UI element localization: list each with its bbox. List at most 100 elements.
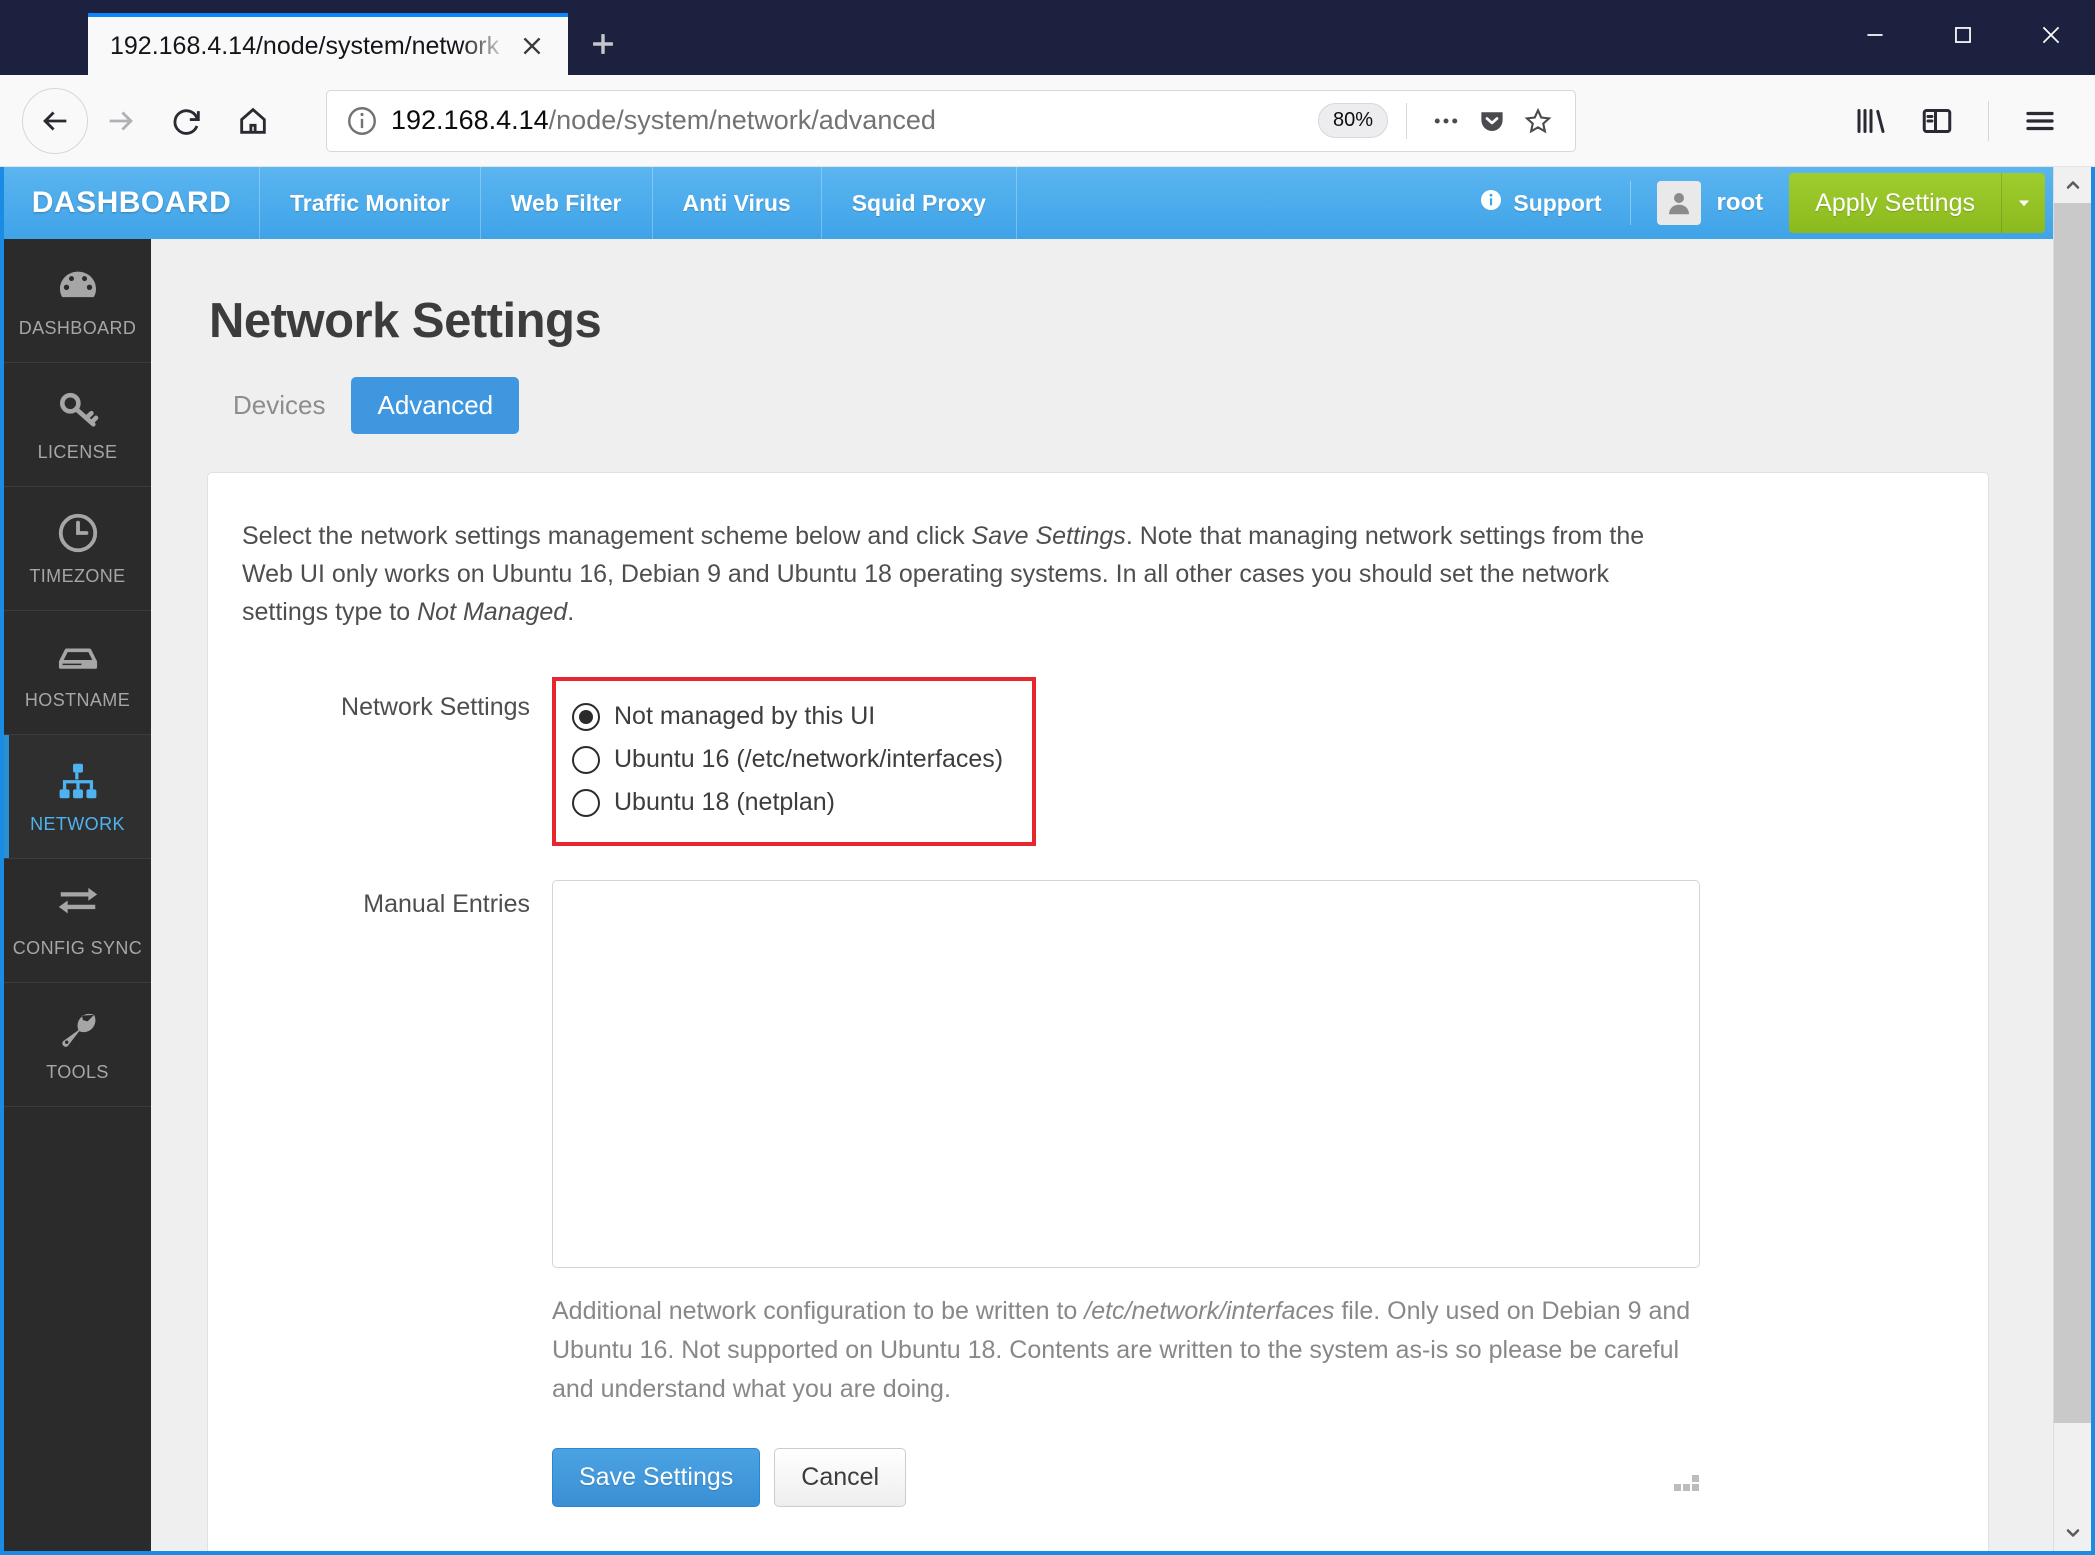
url-bar[interactable]: 192.168.4.14/node/system/network/advance… bbox=[326, 89, 1576, 152]
tab-strip: 192.168.4.14/node/system/network bbox=[0, 0, 638, 75]
save-settings-button[interactable]: Save Settings bbox=[552, 1448, 761, 1508]
page-title: Network Settings bbox=[209, 294, 602, 348]
library-icon[interactable] bbox=[1838, 88, 1904, 154]
chevron-down-icon[interactable] bbox=[2001, 173, 2045, 233]
manual-entries-wrap: Additional network configuration to be w… bbox=[552, 880, 1707, 1508]
page-scrollbar[interactable] bbox=[2053, 167, 2091, 1551]
main-content: Network Settings Devices Advanced Select… bbox=[151, 239, 2053, 1551]
browser-tab[interactable]: 192.168.4.14/node/system/network bbox=[88, 13, 568, 75]
app-body: DASHBOARD LICENSE TIMEZONE HOSTNAME NETW… bbox=[4, 239, 2053, 1551]
tab-devices[interactable]: Devices bbox=[207, 377, 351, 434]
radio-icon[interactable] bbox=[572, 745, 600, 774]
user-menu[interactable]: root bbox=[1631, 181, 1790, 225]
support-label: Support bbox=[1513, 189, 1602, 216]
info-icon bbox=[1479, 188, 1503, 218]
help-em1: /etc/network/interfaces bbox=[1084, 1297, 1335, 1325]
manual-entries-row: Manual Entries Additional network config… bbox=[242, 880, 1936, 1508]
app-topnav: DASHBOARD Traffic Monitor Web Filter Ant… bbox=[4, 167, 2053, 239]
wrench-icon bbox=[55, 1006, 101, 1052]
intro-part3: . bbox=[567, 598, 575, 626]
browser-window: 192.168.4.14/node/system/network 192.168… bbox=[0, 0, 2095, 1555]
browser-titlebar: 192.168.4.14/node/system/network bbox=[0, 0, 2095, 75]
gauge-icon bbox=[55, 262, 101, 308]
sidebar-item-dashboard[interactable]: DASHBOARD bbox=[4, 239, 151, 363]
network-settings-row: Network Settings Not managed by this UI … bbox=[242, 677, 1936, 846]
avatar bbox=[1656, 181, 1701, 225]
zoom-level-badge[interactable]: 80% bbox=[1317, 103, 1388, 138]
app-sidebar: DASHBOARD LICENSE TIMEZONE HOSTNAME NETW… bbox=[4, 239, 151, 1551]
topnav-item-web-filter[interactable]: Web Filter bbox=[479, 167, 652, 239]
topnav-spacer bbox=[1015, 167, 1451, 239]
support-link[interactable]: Support bbox=[1451, 188, 1629, 218]
sidebar-item-config-sync[interactable]: CONFIG SYNC bbox=[4, 859, 151, 983]
new-tab-button[interactable] bbox=[568, 13, 638, 75]
key-icon bbox=[55, 386, 101, 432]
radio-icon[interactable] bbox=[572, 788, 600, 817]
manual-entries-input[interactable] bbox=[552, 880, 1700, 1268]
radio-option-not-managed[interactable]: Not managed by this UI bbox=[572, 695, 1012, 738]
server-icon bbox=[55, 634, 101, 680]
form-actions: Save Settings Cancel bbox=[552, 1448, 1707, 1508]
scroll-up-icon[interactable] bbox=[2054, 167, 2091, 203]
apply-settings-group: Apply Settings bbox=[1789, 173, 2045, 233]
help-part1: Additional network configuration to be w… bbox=[552, 1297, 1085, 1325]
tab-advanced[interactable]: Advanced bbox=[351, 377, 520, 434]
sidebar-item-tools[interactable]: TOOLS bbox=[4, 983, 151, 1107]
menu-icon[interactable] bbox=[2007, 88, 2073, 154]
browser-navbar: 192.168.4.14/node/system/network/advance… bbox=[0, 75, 2095, 167]
url-host: 192.168.4.14 bbox=[391, 105, 549, 135]
sidebar-label: LICENSE bbox=[37, 442, 118, 462]
close-window-icon[interactable] bbox=[2007, 0, 2095, 70]
manual-entries-help: Additional network configuration to be w… bbox=[552, 1292, 1707, 1408]
url-path: /node/system/network/advanced bbox=[548, 105, 936, 135]
forward-icon[interactable] bbox=[88, 88, 154, 154]
topnav-item-squid-proxy[interactable]: Squid Proxy bbox=[820, 167, 1016, 239]
sidebar-label: TIMEZONE bbox=[29, 566, 126, 586]
home-icon[interactable] bbox=[220, 88, 286, 154]
sitemap-icon bbox=[55, 758, 101, 804]
minimize-icon[interactable] bbox=[1831, 0, 1919, 70]
sidebar-icon[interactable] bbox=[1904, 88, 1970, 154]
apply-settings-button[interactable]: Apply Settings bbox=[1789, 173, 2001, 233]
intro-em2: Not Managed bbox=[417, 598, 568, 626]
intro-part1: Select the network settings management s… bbox=[242, 522, 972, 550]
back-icon[interactable] bbox=[22, 87, 88, 154]
topnav-item-traffic-monitor[interactable]: Traffic Monitor bbox=[259, 167, 480, 239]
brand-dashboard[interactable]: DASHBOARD bbox=[4, 167, 259, 239]
close-icon[interactable] bbox=[510, 24, 554, 68]
radio-option-ubuntu-16[interactable]: Ubuntu 16 (/etc/network/interfaces) bbox=[572, 738, 1012, 781]
scrollbar-thumb[interactable] bbox=[2054, 203, 2091, 1424]
topnav-right: Support root Apply Settings bbox=[1451, 167, 2053, 239]
reload-icon[interactable] bbox=[154, 88, 220, 154]
radio-icon[interactable] bbox=[572, 702, 600, 731]
bookmark-star-icon[interactable] bbox=[1515, 98, 1561, 144]
pocket-icon[interactable] bbox=[1469, 98, 1515, 144]
sidebar-item-network[interactable]: NETWORK bbox=[4, 735, 151, 859]
radio-label: Not managed by this UI bbox=[614, 702, 876, 730]
tab-title: 192.168.4.14/node/system/network bbox=[110, 31, 500, 60]
navbar-right-icons bbox=[1838, 88, 2073, 154]
sidebar-item-hostname[interactable]: HOSTNAME bbox=[4, 611, 151, 735]
sidebar-item-license[interactable]: LICENSE bbox=[4, 363, 151, 487]
intro-em1: Save Settings bbox=[971, 522, 1126, 550]
manual-entries-label: Manual Entries bbox=[363, 890, 530, 918]
radio-option-ubuntu-18[interactable]: Ubuntu 18 (netplan) bbox=[572, 781, 1012, 824]
scroll-down-icon[interactable] bbox=[2054, 1515, 2091, 1551]
scrollbar-track[interactable] bbox=[2054, 203, 2091, 1515]
resize-handle-icon[interactable] bbox=[1674, 1475, 1699, 1497]
page-info-icon[interactable] bbox=[345, 104, 379, 138]
settings-tabs: Devices Advanced bbox=[207, 377, 1989, 434]
url-input[interactable]: 192.168.4.14/node/system/network/advance… bbox=[391, 105, 1318, 136]
clock-icon bbox=[55, 510, 101, 556]
cancel-button[interactable]: Cancel bbox=[774, 1448, 907, 1508]
username-label: root bbox=[1716, 189, 1764, 216]
topnav-item-anti-virus[interactable]: Anti Virus bbox=[651, 167, 821, 239]
sidebar-label: DASHBOARD bbox=[18, 318, 137, 338]
ellipsis-icon[interactable] bbox=[1423, 98, 1469, 144]
maximize-icon[interactable] bbox=[1919, 0, 2007, 70]
exchange-icon bbox=[55, 882, 101, 928]
intro-text: Select the network settings management s… bbox=[242, 517, 1697, 631]
sidebar-label: TOOLS bbox=[46, 1062, 109, 1082]
radio-label: Ubuntu 16 (/etc/network/interfaces) bbox=[614, 745, 1004, 773]
sidebar-item-timezone[interactable]: TIMEZONE bbox=[4, 487, 151, 611]
